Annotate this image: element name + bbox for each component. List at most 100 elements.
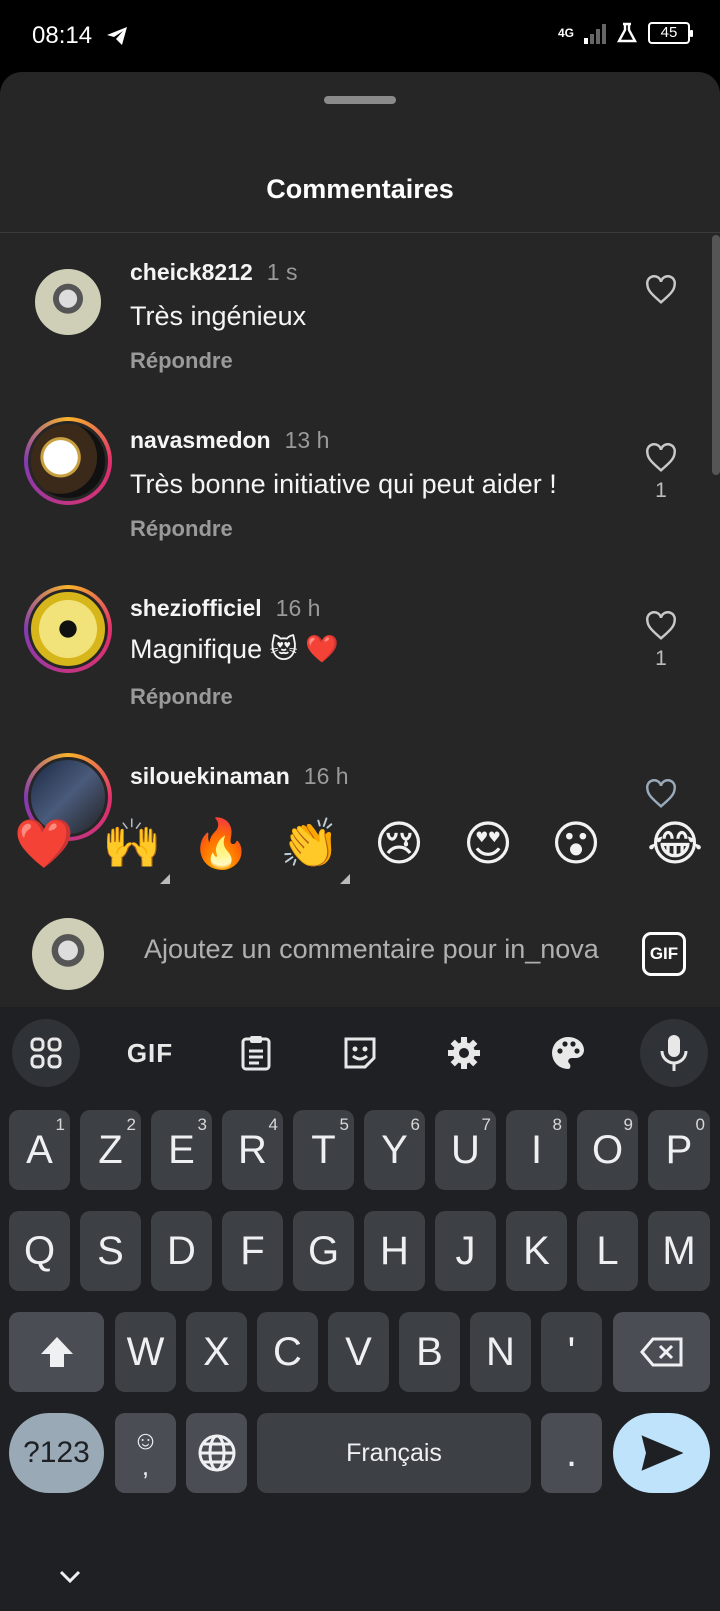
comment-time: 13 h xyxy=(284,427,330,453)
period-key[interactable]: . xyxy=(541,1413,602,1493)
status-bar: 08:14 4G 45 xyxy=(0,0,720,72)
symbols-key[interactable]: ?123 xyxy=(9,1413,104,1493)
like-count: 1 xyxy=(655,647,667,670)
sheet-drag-handle[interactable] xyxy=(324,96,396,104)
key-n[interactable]: N xyxy=(470,1312,531,1392)
reaction-raised-hands[interactable]: 🙌 xyxy=(97,810,167,880)
microphone-icon[interactable] xyxy=(640,1019,708,1087)
settings-gear-icon[interactable] xyxy=(430,1019,498,1087)
comment-item: sheziofficiel 16 h Magnifique 😻 ❤️ Répond… xyxy=(0,571,712,739)
key-x[interactable]: X xyxy=(186,1312,247,1392)
skin-tone-indicator xyxy=(160,874,170,884)
key-l[interactable]: L xyxy=(577,1211,638,1291)
globe-icon xyxy=(198,1434,235,1472)
quick-reactions: ❤️ 🙌 🔥 👏 😢 😍 😮 😂 xyxy=(0,800,720,890)
key-b[interactable]: B xyxy=(399,1312,460,1392)
scrollbar[interactable] xyxy=(712,235,720,475)
comments-sheet: Commentaires cheick8212 1 s Très ingénieu… xyxy=(0,72,720,1007)
send-key[interactable] xyxy=(613,1413,710,1493)
battery-icon: 45 xyxy=(648,22,693,44)
theme-palette-icon[interactable] xyxy=(534,1019,602,1087)
comment-author[interactable]: silouekinaman 16 h xyxy=(130,763,349,790)
comment-author[interactable]: sheziofficiel 16 h xyxy=(130,595,320,622)
telegram-icon xyxy=(107,27,127,45)
key-apostrophe[interactable]: ' xyxy=(541,1312,602,1392)
emoji-icon: ☺ xyxy=(132,1425,159,1455)
send-arrow-icon xyxy=(641,1435,683,1471)
reaction-fire[interactable]: 🔥 xyxy=(186,810,256,880)
divider xyxy=(0,232,720,233)
reply-button[interactable]: Répondre xyxy=(130,684,233,710)
key-h[interactable]: H xyxy=(364,1211,425,1291)
comment-text: Très ingénieux xyxy=(130,301,307,331)
comment-item: navasmedon 13 h Très bonne initiative qui… xyxy=(0,403,712,571)
emoji-comma-key[interactable]: ☺, xyxy=(115,1413,176,1493)
avatar[interactable] xyxy=(32,266,104,338)
key-f[interactable]: F xyxy=(222,1211,283,1291)
like-heart-icon[interactable] xyxy=(644,275,678,305)
comment-list[interactable]: cheick8212 1 s Très ingénieux Répondre na… xyxy=(0,235,712,871)
reply-button[interactable]: Répondre xyxy=(130,348,233,374)
comment-item: cheick8212 1 s Très ingénieux Répondre xyxy=(0,235,712,403)
reaction-heart-eyes[interactable]: 😍 xyxy=(453,810,523,880)
reaction-clap[interactable]: 👏 xyxy=(275,810,345,880)
key-z[interactable]: Z2 xyxy=(80,1110,141,1190)
key-m[interactable]: M xyxy=(648,1211,710,1291)
comment-input[interactable]: Ajoutez un commentaire pour in_nova xyxy=(144,934,610,965)
key-v[interactable]: V xyxy=(328,1312,389,1392)
keyboard-gif-button[interactable]: GIF xyxy=(116,1019,184,1087)
space-bar[interactable]: Français xyxy=(257,1413,531,1493)
like-heart-icon[interactable] xyxy=(644,611,678,641)
key-d[interactable]: D xyxy=(151,1211,212,1291)
comment-author[interactable]: cheick8212 1 s xyxy=(130,259,297,286)
comment-text: Magnifique 😻 ❤️ xyxy=(130,634,339,664)
comment-time: 16 h xyxy=(303,763,349,789)
reaction-joy[interactable]: 😂 xyxy=(640,810,710,880)
key-o[interactable]: O9 xyxy=(577,1110,638,1190)
key-j[interactable]: J xyxy=(435,1211,496,1291)
like-count: 1 xyxy=(655,479,667,502)
comment-author[interactable]: navasmedon 13 h xyxy=(130,427,329,454)
sheet-title: Commentaires xyxy=(266,174,454,204)
language-globe-key[interactable] xyxy=(186,1413,247,1493)
apps-grid-icon[interactable] xyxy=(12,1019,80,1087)
avatar-story-ring[interactable] xyxy=(24,585,112,673)
shift-arrow-icon xyxy=(40,1337,73,1367)
backspace-key[interactable] xyxy=(613,1312,710,1392)
comment-input-bar: Ajoutez un commentaire pour in_nova GIF xyxy=(0,890,720,1007)
comment-time: 16 h xyxy=(275,595,321,621)
reply-button[interactable]: Répondre xyxy=(130,516,233,542)
sticker-icon[interactable] xyxy=(326,1019,394,1087)
hide-keyboard-chevron-icon[interactable] xyxy=(58,1569,82,1585)
skin-tone-indicator xyxy=(340,874,350,884)
key-i[interactable]: I8 xyxy=(506,1110,567,1190)
key-t[interactable]: T5 xyxy=(293,1110,354,1190)
reaction-cry[interactable]: 😢 xyxy=(364,810,434,880)
key-q[interactable]: Q xyxy=(9,1211,70,1291)
shift-key[interactable] xyxy=(9,1312,104,1392)
key-u[interactable]: U7 xyxy=(435,1110,496,1190)
network-type: 4G xyxy=(557,25,574,40)
status-time: 08:14 xyxy=(32,22,93,49)
reaction-wow[interactable]: 😮 xyxy=(541,810,611,880)
reaction-heart[interactable]: ❤️ xyxy=(9,810,79,880)
like-heart-icon[interactable] xyxy=(644,443,678,473)
lab-flask-icon xyxy=(616,22,638,43)
key-a[interactable]: A1 xyxy=(9,1110,70,1190)
backspace-icon xyxy=(639,1337,682,1367)
gif-button[interactable]: GIF xyxy=(642,932,686,976)
key-c[interactable]: C xyxy=(257,1312,318,1392)
key-g[interactable]: G xyxy=(293,1211,354,1291)
key-e[interactable]: E3 xyxy=(151,1110,212,1190)
key-r[interactable]: R4 xyxy=(222,1110,283,1190)
signal-icon xyxy=(584,22,606,44)
key-y[interactable]: Y6 xyxy=(364,1110,425,1190)
key-s[interactable]: S xyxy=(80,1211,141,1291)
comment-text: Très bonne initiative qui peut aider ! xyxy=(130,469,557,499)
clipboard-icon[interactable] xyxy=(222,1019,290,1087)
my-avatar xyxy=(32,918,104,990)
key-k[interactable]: K xyxy=(506,1211,567,1291)
key-p[interactable]: P0 xyxy=(648,1110,710,1190)
key-w[interactable]: W xyxy=(115,1312,176,1392)
avatar-story-ring[interactable] xyxy=(24,417,112,505)
